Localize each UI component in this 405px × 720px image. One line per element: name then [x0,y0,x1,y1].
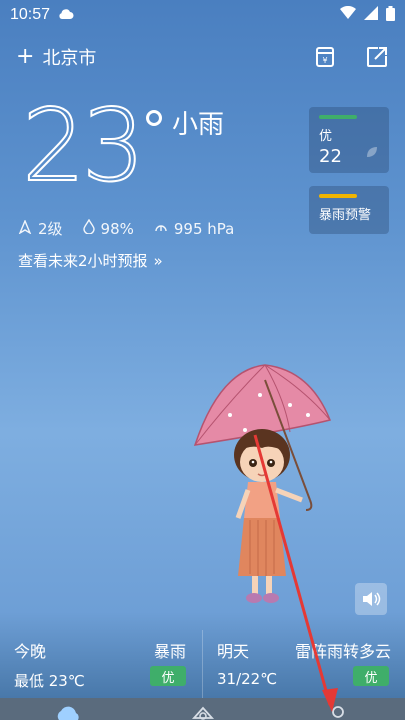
rainstorm-warning-card[interactable]: 暴雨预警 [309,186,389,234]
wind-level: 2级 [38,220,63,238]
wind-icon [18,218,32,238]
signal-icon [364,6,378,24]
forecast-tomorrow[interactable]: 明天 31/22℃ 雷阵雨转多云 优 [202,630,405,698]
city-name[interactable]: 北京市 [42,44,96,70]
tab-weather[interactable] [48,698,88,720]
bottom-navigation [0,698,405,720]
add-city-button[interactable]: + [16,46,34,68]
wifi-icon [340,5,356,24]
status-time: 10:57 [10,6,51,23]
speaker-icon [363,592,381,606]
umbrella-character-illustration [193,364,332,603]
svg-text:¥: ¥ [322,56,327,65]
tab-explore[interactable] [183,698,223,720]
aqi-label: 优 [319,129,333,144]
current-temperature: 23 [21,87,146,204]
cloud-status-icon [58,6,74,24]
pressure-value: 995 hPa [173,219,235,238]
leaf-icon [365,144,379,163]
degree-symbol [146,110,162,126]
header: + 北京市 ¥ [16,42,389,72]
aqi-bar [319,115,357,119]
air-quality-badge: 优 [150,666,186,686]
warning-bar [319,194,357,198]
two-hour-forecast-link[interactable]: 查看未来2小时预报 » [18,250,163,271]
humidity-value: 98% [100,219,134,238]
forecast-link-label: 查看未来2小时预报 [18,252,148,270]
warning-label: 暴雨预警 [319,208,372,223]
fortune-icon[interactable]: ¥ [313,45,337,69]
forecast-weather: 雷阵雨转多云 [294,642,391,661]
forecast-tonight[interactable]: 今晚 最低 23℃ 暴雨 优 [0,630,202,698]
air-quality-card[interactable]: 优 22 [309,107,389,173]
explore-icon [191,706,214,720]
battery-icon [386,5,395,25]
tab-profile[interactable] [318,698,358,720]
current-condition: 小雨 [172,110,225,140]
humidity-icon [82,218,95,238]
status-bar: 10:57 [0,0,405,30]
voice-broadcast-button[interactable] [355,583,387,615]
weather-icon [57,706,79,720]
weather-metrics: 2级 98% 995 hPa [18,218,234,239]
pressure-icon [154,220,168,238]
daily-forecast-strip: 今晚 最低 23℃ 暴雨 优 明天 31/22℃ 雷阵雨转多云 优 [0,630,405,698]
forecast-weather: 暴雨 [153,642,186,661]
profile-icon [331,706,344,718]
double-chevron-icon: » [153,251,163,270]
air-quality-badge: 优 [353,666,389,686]
share-icon[interactable] [365,45,389,69]
